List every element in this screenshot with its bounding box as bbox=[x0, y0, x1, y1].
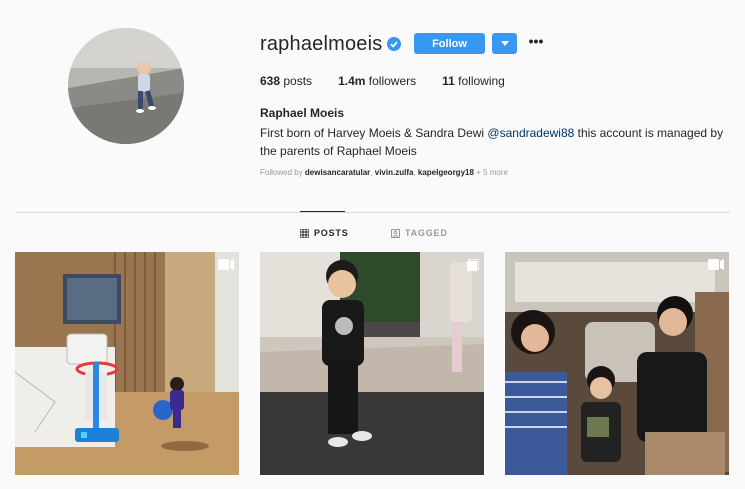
video-icon bbox=[218, 259, 234, 270]
followed-by[interactable]: Followed by dewisancaratular, vivin.zulf… bbox=[260, 168, 508, 177]
following-count: 11 bbox=[442, 74, 455, 88]
profile-full-name: Raphael Moeis bbox=[260, 106, 345, 120]
following-label: following bbox=[458, 74, 505, 88]
followed-by-user: dewisancaratular bbox=[304, 168, 371, 177]
post-thumbnail[interactable] bbox=[15, 252, 239, 475]
profile-stats: 638 posts 1.4m followers 11 following bbox=[260, 74, 531, 88]
posts-stat: 638 posts bbox=[260, 74, 312, 88]
multi-photo-icon bbox=[467, 259, 479, 271]
profile-bio: First born of Harvey Moeis & Sandra Dewi… bbox=[260, 124, 740, 160]
chevron-down-icon bbox=[500, 40, 509, 46]
followers-count: 1.4m bbox=[338, 74, 366, 88]
post-thumbnail[interactable] bbox=[260, 252, 484, 475]
followed-by-user: vivin.zulfa bbox=[374, 168, 414, 177]
followers-label: followers bbox=[368, 74, 417, 88]
posts-count: 638 bbox=[260, 74, 281, 88]
tab-posts[interactable]: POSTS bbox=[300, 228, 349, 238]
grid-icon bbox=[300, 228, 309, 238]
tab-posts-label: POSTS bbox=[314, 228, 349, 238]
follow-button[interactable]: Follow bbox=[414, 33, 485, 54]
verified-badge-icon bbox=[387, 37, 401, 51]
profile-username: raphaelmoeis bbox=[260, 33, 383, 55]
post-thumbnail[interactable] bbox=[505, 252, 729, 475]
followed-by-more: + 5 more bbox=[473, 168, 508, 177]
bio-text-prefix: First born of Harvey Moeis & Sandra Dewi bbox=[260, 126, 488, 140]
followers-stat[interactable]: 1.4m followers bbox=[338, 74, 416, 88]
tab-tagged[interactable]: TAGGED bbox=[391, 228, 448, 238]
following-stat[interactable]: 11 following bbox=[442, 74, 505, 88]
tag-icon bbox=[391, 228, 400, 238]
active-tab-indicator bbox=[300, 211, 345, 212]
profile-avatar[interactable] bbox=[68, 28, 184, 144]
tab-tagged-label: TAGGED bbox=[405, 228, 448, 238]
more-options-button[interactable]: ••• bbox=[528, 33, 544, 53]
video-icon bbox=[708, 259, 724, 270]
posts-label: posts bbox=[283, 74, 313, 88]
followed-by-user: kapelgeorgy18 bbox=[417, 168, 474, 177]
followed-by-prefix: Followed by bbox=[260, 168, 305, 177]
tabs-divider bbox=[15, 212, 730, 213]
bio-mention-link[interactable]: @sandradewi88 bbox=[487, 126, 574, 140]
suggested-dropdown-button[interactable] bbox=[492, 33, 517, 54]
